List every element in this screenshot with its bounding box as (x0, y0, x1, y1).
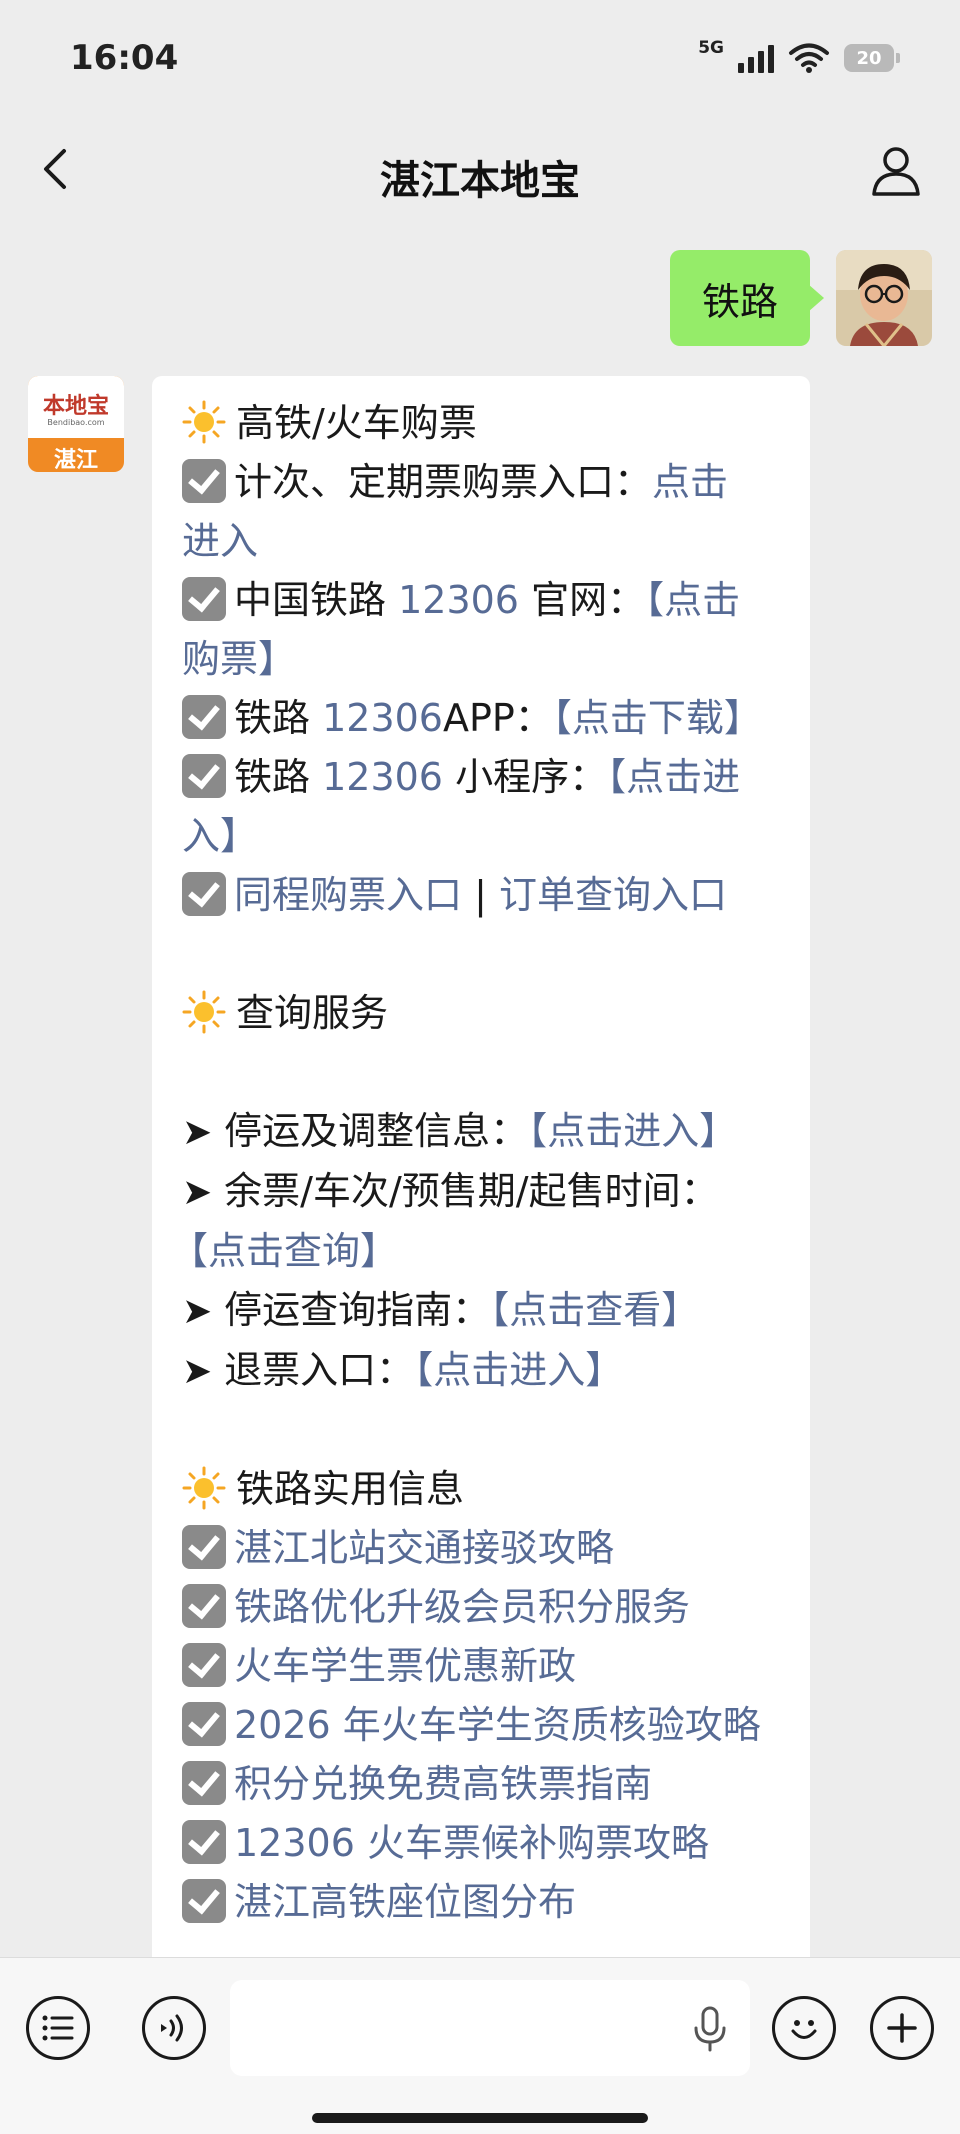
sun-icon (182, 400, 226, 444)
status-bar: 16:04 5G 20 (0, 0, 960, 120)
voice-icon[interactable] (142, 1996, 206, 2060)
list-item-continued: 入】 (182, 807, 780, 866)
section-title-info: 铁路实用信息 (182, 1460, 780, 1519)
list-item: 火车学生票优惠新政 (182, 1637, 780, 1696)
arrow-right-icon: ➤ (182, 1112, 213, 1153)
list-item: ➤ 停运查询指南：【点击查看】 (182, 1281, 780, 1341)
list-item: 湛江高铁座位图分布 (182, 1873, 780, 1932)
link-enter[interactable]: 点击 (652, 460, 728, 504)
user-message-bubble[interactable]: 铁路 (669, 250, 825, 346)
user-message-text: 铁路 (701, 279, 778, 324)
list-item: 12306 火车票候补购票攻略 (182, 1814, 780, 1873)
checkbox-icon (182, 695, 226, 739)
battery-icon: 20 (844, 44, 900, 72)
info-link[interactable]: 2026 年火车学生资质核验攻略 (234, 1703, 761, 1747)
link-tongcheng[interactable]: 同程购票入口 (234, 873, 462, 917)
section-title-ticketing: 高铁/火车购票 (182, 394, 780, 453)
bot-avatar-logo: 本地宝 (42, 394, 109, 419)
info-link[interactable]: 湛江高铁座位图分布 (234, 1880, 576, 1924)
signal-icon (738, 43, 774, 73)
list-item: 积分兑换免费高铁票指南 (182, 1755, 780, 1814)
microphone-icon[interactable] (690, 2006, 730, 2052)
arrow-right-icon: ➤ (182, 1172, 213, 1213)
list-item: 铁路 12306APP：【点击下载】 (182, 689, 780, 748)
user-avatar[interactable] (836, 250, 932, 346)
checkbox-icon (182, 1643, 226, 1687)
checkbox-icon (182, 754, 226, 798)
emoji-icon[interactable] (772, 1996, 836, 2060)
list-item: 铁路 12306 小程序：【点击进 (182, 748, 780, 807)
link-buy-ticket[interactable]: 【点击 (645, 578, 740, 622)
info-link[interactable]: 12306 火车票候补购票攻略 (234, 1821, 709, 1865)
wifi-icon (789, 43, 829, 73)
link-refund[interactable]: 【点击进入】 (414, 1348, 623, 1392)
input-bar (0, 1957, 960, 2134)
bot-message-bubble: 高铁/火车购票 计次、定期票购票入口：点击 进入 中国铁路 12306 官网：【… (152, 376, 810, 2016)
network-label: 5G (698, 38, 724, 58)
checkbox-icon (182, 1820, 226, 1864)
checkbox-icon (182, 872, 226, 916)
checkbox-icon (182, 1761, 226, 1805)
link-guide[interactable]: 【点击查看】 (490, 1288, 699, 1332)
bot-avatar-city: 湛江 (53, 448, 98, 472)
list-item: 计次、定期票购票入口：点击 (182, 453, 780, 512)
person-icon[interactable] (868, 142, 924, 198)
plus-icon[interactable] (870, 1996, 934, 2060)
checkbox-icon (182, 1879, 226, 1923)
message-input[interactable] (230, 1980, 750, 2076)
info-link[interactable]: 铁路优化升级会员积分服务 (234, 1585, 690, 1629)
checkbox-icon (182, 1584, 226, 1628)
checkbox-icon (182, 1525, 226, 1569)
sun-icon (182, 1466, 226, 1510)
list-item: 同程购票入口 | 订单查询入口 (182, 866, 780, 925)
link-miniprogram[interactable]: 【点击进 (607, 755, 740, 799)
status-icons: 5G 20 (698, 38, 900, 78)
bot-avatar[interactable]: 本地宝 Bendibao.com 湛江 (28, 376, 124, 472)
bot-avatar-url: Bendibao.com (47, 418, 105, 427)
info-link[interactable]: 积分兑换免费高铁票指南 (234, 1762, 652, 1806)
info-link[interactable]: 湛江北站交通接驳攻略 (234, 1526, 614, 1570)
link-suspension[interactable]: 【点击进入】 (528, 1109, 737, 1153)
list-item: 2026 年火车学生资质核验攻略 (182, 1696, 780, 1755)
link-miniprogram-cont[interactable]: 入】 (182, 814, 258, 858)
checkbox-icon (182, 1702, 226, 1746)
list-item-continued: 进入 (182, 512, 780, 571)
list-item-continued: 购票】 (182, 630, 780, 689)
link-buy-ticket-cont[interactable]: 购票】 (182, 637, 296, 681)
list-item: 中国铁路 12306 官网：【点击 (182, 571, 780, 630)
sun-icon (182, 990, 226, 1034)
nav-bar: 湛江本地宝 (0, 120, 960, 220)
menu-list-icon[interactable] (26, 1996, 90, 2060)
link-order-query[interactable]: 订单查询入口 (499, 873, 727, 917)
home-indicator[interactable] (312, 2113, 648, 2123)
list-item: 铁路优化升级会员积分服务 (182, 1578, 780, 1637)
link-query[interactable]: 【点击查询】 (170, 1229, 398, 1273)
list-item: ➤ 余票/车次/预售期/起售时间： (182, 1162, 780, 1222)
checkbox-icon (182, 459, 226, 503)
status-time: 16:04 (70, 38, 179, 78)
arrow-right-icon: ➤ (182, 1291, 213, 1332)
link-download[interactable]: 【点击下载】 (553, 696, 762, 740)
checkbox-icon (182, 577, 226, 621)
list-item: ➤ 退票入口：【点击进入】 (182, 1341, 780, 1401)
page-title: 湛江本地宝 (380, 158, 580, 204)
link-enter-cont[interactable]: 进入 (182, 519, 258, 563)
info-link[interactable]: 火车学生票优惠新政 (234, 1644, 576, 1688)
list-item: ➤ 停运及调整信息：【点击进入】 (182, 1102, 780, 1162)
list-item: 湛江北站交通接驳攻略 (182, 1519, 780, 1578)
section-title-query: 查询服务 (182, 984, 780, 1043)
arrow-right-icon: ➤ (182, 1351, 213, 1392)
list-item-continued: 【点击查询】 (170, 1222, 780, 1281)
